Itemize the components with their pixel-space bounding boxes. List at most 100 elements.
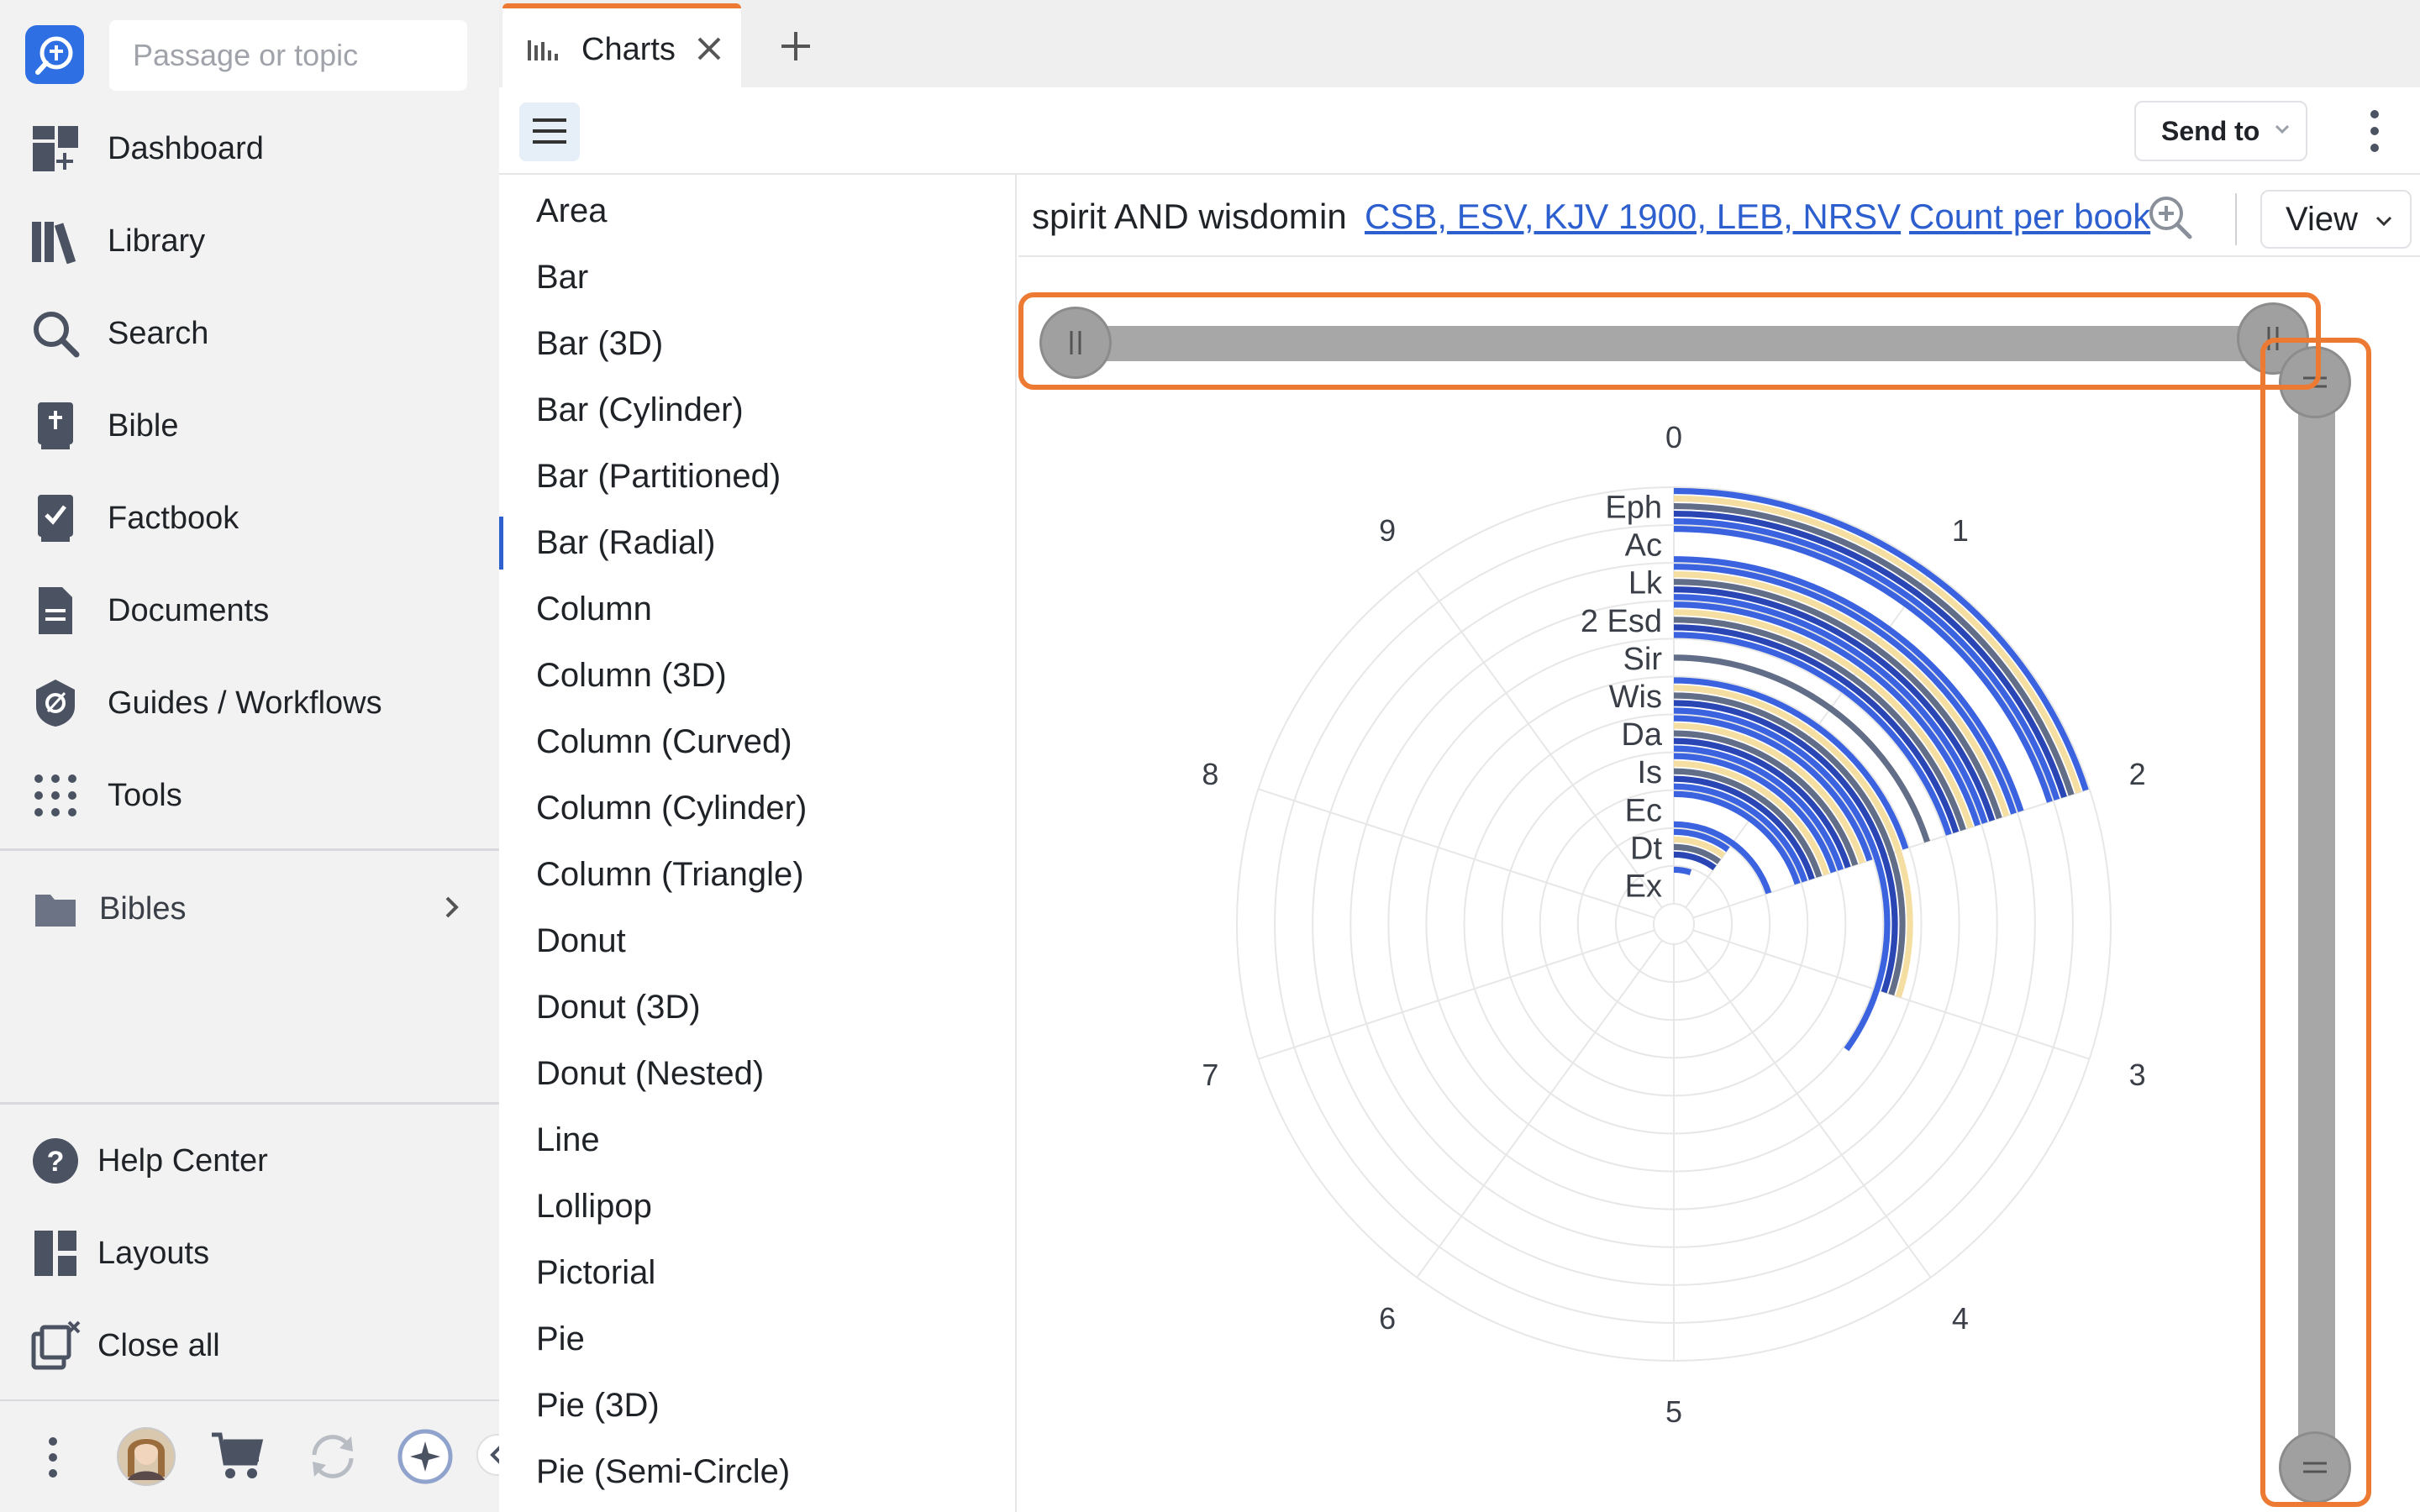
chevron-right-icon[interactable] xyxy=(444,892,460,928)
chart-type-item[interactable]: Bar (Cylinder) xyxy=(499,377,1017,444)
category-label: 2 Esd xyxy=(1581,604,1662,639)
more-vertical-icon[interactable] xyxy=(47,1436,59,1483)
chart-type-item[interactable]: Bar (Partitioned) xyxy=(499,444,1017,510)
send-to-button[interactable]: Send to xyxy=(2134,101,2307,161)
chart-type-item[interactable]: Pictorial xyxy=(499,1240,1017,1306)
nav-item-help-center[interactable]: ? Help Center xyxy=(0,1126,499,1196)
chart-type-item[interactable]: Pie (Semi-Circle) xyxy=(499,1439,1017,1505)
library-icon xyxy=(30,216,81,266)
nav-item-documents[interactable]: Documents xyxy=(0,575,499,646)
category-label: Ec xyxy=(1625,793,1662,828)
query-mode-link[interactable]: Count per book xyxy=(1909,197,2150,237)
category-label: Dt xyxy=(1630,831,1662,866)
angular-tick-label: 9 xyxy=(1379,513,1396,548)
close-icon[interactable] xyxy=(696,35,723,66)
sync-icon[interactable] xyxy=(306,1431,360,1486)
chart-type-item[interactable]: Donut xyxy=(499,908,1017,974)
category-label: Ex xyxy=(1625,869,1662,904)
zoom-in-icon[interactable] xyxy=(2146,193,2193,244)
nav-label: Factbook xyxy=(108,500,239,536)
chart-type-item[interactable]: Bar (Radial) xyxy=(499,510,1017,576)
tab-strip: Charts xyxy=(499,0,2420,87)
nav-divider xyxy=(0,1102,499,1105)
highlight-outline xyxy=(1018,292,2321,390)
grid-spoke xyxy=(1416,939,1663,1278)
chart-type-list: Area Bar Bar (3D) Bar (Cylinder) Bar (Partit… xyxy=(499,175,1017,1512)
query-terms: spirit AND wisdom xyxy=(1032,197,1318,236)
nav-item-tools[interactable]: Tools xyxy=(0,760,499,831)
chart-type-item[interactable]: Pie (3D) xyxy=(499,1373,1017,1439)
close-all-icon xyxy=(30,1320,81,1371)
view-button[interactable]: View xyxy=(2260,190,2412,249)
nav-label: Dashboard xyxy=(108,130,264,166)
nav-label: Layouts xyxy=(97,1235,210,1271)
chart-type-item[interactable]: Pie xyxy=(499,1306,1017,1373)
factbook-icon xyxy=(30,493,81,543)
layouts-icon xyxy=(30,1228,81,1278)
nav-item-library[interactable]: Library xyxy=(0,206,499,276)
tab-charts[interactable]: Charts xyxy=(502,3,741,87)
app-logo-icon[interactable] xyxy=(25,25,84,84)
avatar[interactable] xyxy=(116,1426,176,1491)
chart-type-item[interactable]: Column (Triangle) xyxy=(499,842,1017,908)
nav-label: Bible xyxy=(108,407,179,444)
nav-label: Tools xyxy=(108,777,182,813)
search-icon xyxy=(30,308,81,359)
nav-label: Help Center xyxy=(97,1142,268,1179)
angular-tick-label: 5 xyxy=(1665,1394,1682,1429)
chart-icon xyxy=(526,37,560,66)
nav-item-bible[interactable]: Bible xyxy=(0,391,499,461)
documents-icon xyxy=(30,585,81,636)
nav-label: Bibles xyxy=(99,890,187,927)
grid-ring xyxy=(1653,903,1695,945)
category-label: Wis xyxy=(1609,680,1662,715)
angular-tick-label: 4 xyxy=(1952,1301,1969,1336)
nav-item-search[interactable]: Search xyxy=(0,298,499,369)
tab-label: Charts xyxy=(581,32,676,67)
nav-item-bibles[interactable]: Bibles xyxy=(0,874,499,944)
chevron-down-icon xyxy=(2275,124,2290,134)
hamburger-menu-button[interactable] xyxy=(519,102,580,161)
nav-item-layouts[interactable]: Layouts xyxy=(0,1218,499,1289)
category-label: Da xyxy=(1621,717,1662,753)
chart-type-item[interactable]: Bar xyxy=(499,244,1017,311)
chart-type-item[interactable]: Donut (Nested) xyxy=(499,1041,1017,1107)
more-vertical-icon[interactable] xyxy=(2358,104,2391,160)
chart-type-item[interactable]: Column xyxy=(499,576,1017,643)
left-navigation: Dashboard Library Search Bible Factbook … xyxy=(0,0,518,1512)
query-bibles-link[interactable]: CSB, ESV, KJV 1900, LEB, NRSV xyxy=(1365,197,1901,237)
nav-item-close-all[interactable]: Close all xyxy=(0,1310,499,1381)
chart-type-item[interactable]: Area xyxy=(499,178,1017,244)
nav-label: Search xyxy=(108,315,209,351)
category-label: Is xyxy=(1637,755,1662,790)
panel-toolbar: Send to xyxy=(499,87,2420,175)
search-input[interactable] xyxy=(109,20,467,91)
add-tab-icon[interactable] xyxy=(766,17,825,76)
query-in-label: in xyxy=(1319,197,1347,236)
chart-type-item[interactable]: Column (Cylinder) xyxy=(499,775,1017,842)
chart-type-item[interactable]: Donut (3D) xyxy=(499,974,1017,1041)
ai-assistant-icon[interactable] xyxy=(397,1428,454,1489)
nav-item-factbook[interactable]: Factbook xyxy=(0,483,499,554)
radial-bar-chart: EphAcLk2 EsdSirWisDaIsEcDtEx 0 1 2 3 4 5 6 7 8 9 xyxy=(1202,420,2146,1429)
chart-type-item[interactable]: Lollipop xyxy=(499,1173,1017,1240)
category-label: Lk xyxy=(1628,566,1663,601)
nav-label: Guides / Workflows xyxy=(108,685,382,721)
category-label: Eph xyxy=(1605,491,1662,526)
nav-item-dashboard[interactable]: Dashboard xyxy=(0,113,499,184)
chart-type-item[interactable]: Bar (3D) xyxy=(499,311,1017,377)
grid-spoke xyxy=(1258,788,1655,919)
category-label: Sir xyxy=(1623,642,1663,677)
chart-type-item[interactable]: Column (Curved) xyxy=(499,709,1017,775)
chart-type-item[interactable]: Column (3D) xyxy=(499,643,1017,709)
nav-item-guides[interactable]: Guides / Workflows xyxy=(0,668,499,738)
cart-icon[interactable] xyxy=(210,1430,264,1486)
category-label: Ac xyxy=(1625,528,1662,564)
highlight-outline xyxy=(2260,338,2371,1507)
bible-icon xyxy=(30,401,81,451)
radial-bar[interactable] xyxy=(1673,866,1692,876)
view-label: View xyxy=(2286,200,2358,238)
chart-type-item[interactable]: Line xyxy=(499,1107,1017,1173)
angular-tick-label: 3 xyxy=(2129,1058,2146,1092)
angular-tick-label: 2 xyxy=(2129,757,2146,791)
